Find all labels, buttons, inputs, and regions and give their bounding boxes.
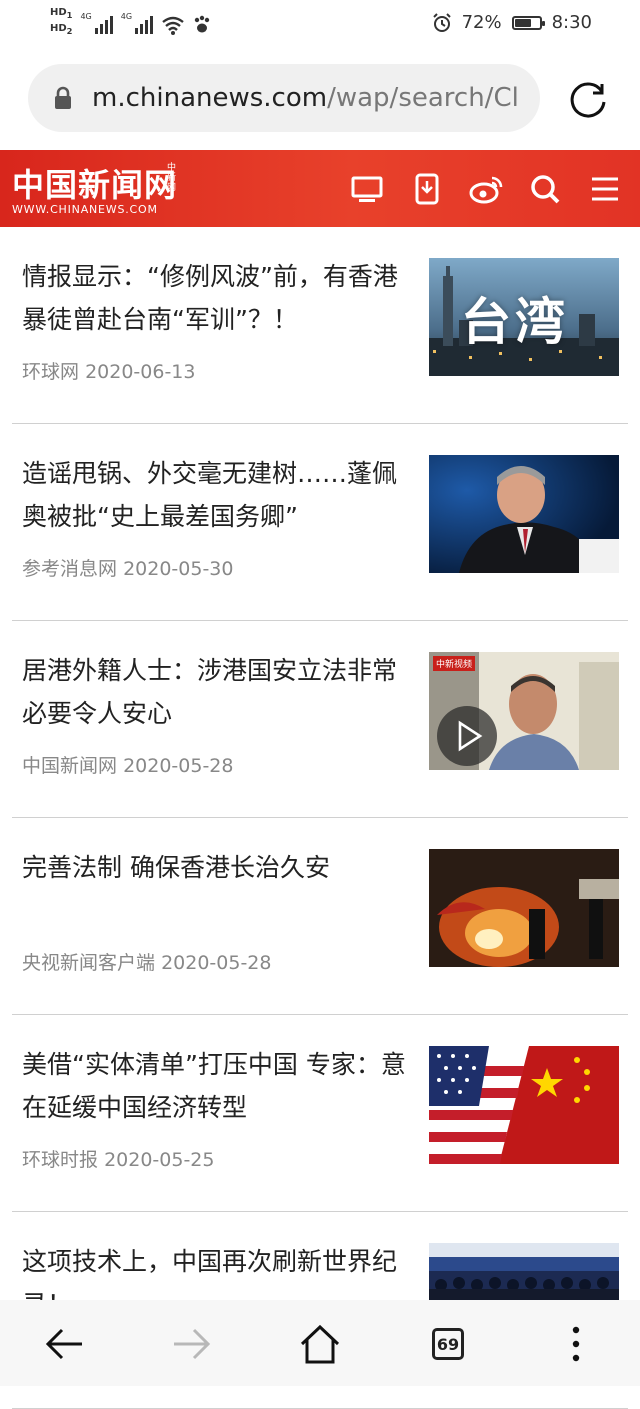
browser-toolbar: m.chinanews.com/wap/search/Cl xyxy=(0,48,640,150)
news-thumbnail[interactable] xyxy=(429,1046,619,1164)
forward-button[interactable] xyxy=(168,1320,216,1368)
news-item[interactable]: 造谣甩锅、外交毫无建树……蓬佩奥被批“史上最差国务卿” 参考消息网 2020-0… xyxy=(12,424,628,621)
news-thumbnail[interactable] xyxy=(429,849,619,967)
back-button[interactable] xyxy=(40,1320,88,1368)
news-meta: 环球网 2020-06-13 xyxy=(22,361,196,383)
site-logo-url: WWW.CHINANEWS.COM xyxy=(12,203,158,216)
hd-indicator: HD1 HD2 xyxy=(50,7,73,36)
news-thumbnail[interactable]: 中新视频 xyxy=(429,652,619,770)
home-icon xyxy=(300,1324,340,1364)
news-title[interactable]: 美借“实体清单”打压中国 专家：意在延缓中国经济转型 xyxy=(22,1043,414,1129)
address-bar[interactable]: m.chinanews.com/wap/search/Cl xyxy=(28,64,540,132)
paw-icon xyxy=(194,15,210,33)
news-title[interactable]: 居港外籍人士：涉港国安立法非常必要令人安心 xyxy=(22,649,414,735)
site-logo-side: 中新网 xyxy=(167,163,177,193)
news-thumbnail[interactable]: 台湾 xyxy=(429,258,619,376)
reload-icon[interactable] xyxy=(566,78,610,122)
tabs-button[interactable]: 69 xyxy=(424,1320,472,1368)
news-title[interactable]: 情报显示：“修例风波”前，有香港暴徒曾赴台南“军训”？！ xyxy=(22,255,414,341)
news-item[interactable]: 居港外籍人士：涉港国安立法非常必要令人安心 中国新闻网 2020-05-28 中… xyxy=(12,621,628,818)
tab-count-badge: 69 xyxy=(432,1328,464,1360)
forward-arrow-icon xyxy=(174,1328,211,1360)
news-item[interactable]: 完善法制 确保香港长治久安 央视新闻客户端 2020-05-28 xyxy=(12,818,628,1015)
site-header: 中国新闻网 中新网 WWW.CHINANEWS.COM xyxy=(0,150,640,227)
play-button[interactable] xyxy=(437,706,497,766)
status-bar: HD1 HD2 4G 4G 72% 8:30 xyxy=(0,0,640,48)
thumbnail-caption: 台湾 xyxy=(461,293,569,351)
signal-icon: 4G xyxy=(80,12,113,34)
browser-bottom-nav: 69 xyxy=(0,1300,640,1386)
lock-icon xyxy=(55,86,71,109)
back-arrow-icon xyxy=(45,1328,82,1360)
play-icon xyxy=(458,720,483,752)
search-icon[interactable] xyxy=(528,172,562,206)
battery-icon xyxy=(511,15,545,30)
desktop-icon[interactable] xyxy=(350,172,384,206)
more-vertical-icon xyxy=(572,1326,580,1362)
news-title[interactable]: 造谣甩锅、外交毫无建树……蓬佩奥被批“史上最差国务卿” xyxy=(22,452,414,538)
news-item[interactable]: 情报显示：“修例风波”前，有香港暴徒曾赴台南“军训”？！ 环球网 2020-06… xyxy=(12,227,628,424)
wifi-icon xyxy=(162,16,184,35)
news-meta: 参考消息网 2020-05-30 xyxy=(22,558,234,580)
news-meta: 环球时报 2020-05-25 xyxy=(22,1149,215,1171)
video-badge: 中新视频 xyxy=(433,656,476,671)
news-list: 情报显示：“修例风波”前，有香港暴徒曾赴台南“军训”？！ 环球网 2020-06… xyxy=(0,227,640,1409)
battery-percent: 72% xyxy=(461,12,502,33)
news-title[interactable]: 完善法制 确保香港长治久安 xyxy=(22,846,414,889)
signal-icon: 4G xyxy=(121,12,154,34)
news-meta: 中国新闻网 2020-05-28 xyxy=(22,755,234,777)
url-text: m.chinanews.com/wap/search/Cl xyxy=(92,83,519,113)
news-thumbnail[interactable] xyxy=(429,455,619,573)
news-meta: 央视新闻客户端 2020-05-28 xyxy=(22,952,272,974)
news-item[interactable]: 美借“实体清单”打压中国 专家：意在延缓中国经济转型 环球时报 2020-05-… xyxy=(12,1015,628,1212)
menu-icon[interactable] xyxy=(588,172,622,206)
home-button[interactable] xyxy=(296,1320,344,1368)
alarm-icon xyxy=(432,12,451,32)
clock: 8:30 xyxy=(551,12,592,33)
more-menu-button[interactable] xyxy=(552,1320,600,1368)
site-logo[interactable]: 中国新闻网 xyxy=(12,160,177,206)
weibo-icon[interactable] xyxy=(468,172,506,206)
download-app-icon[interactable] xyxy=(410,172,444,206)
